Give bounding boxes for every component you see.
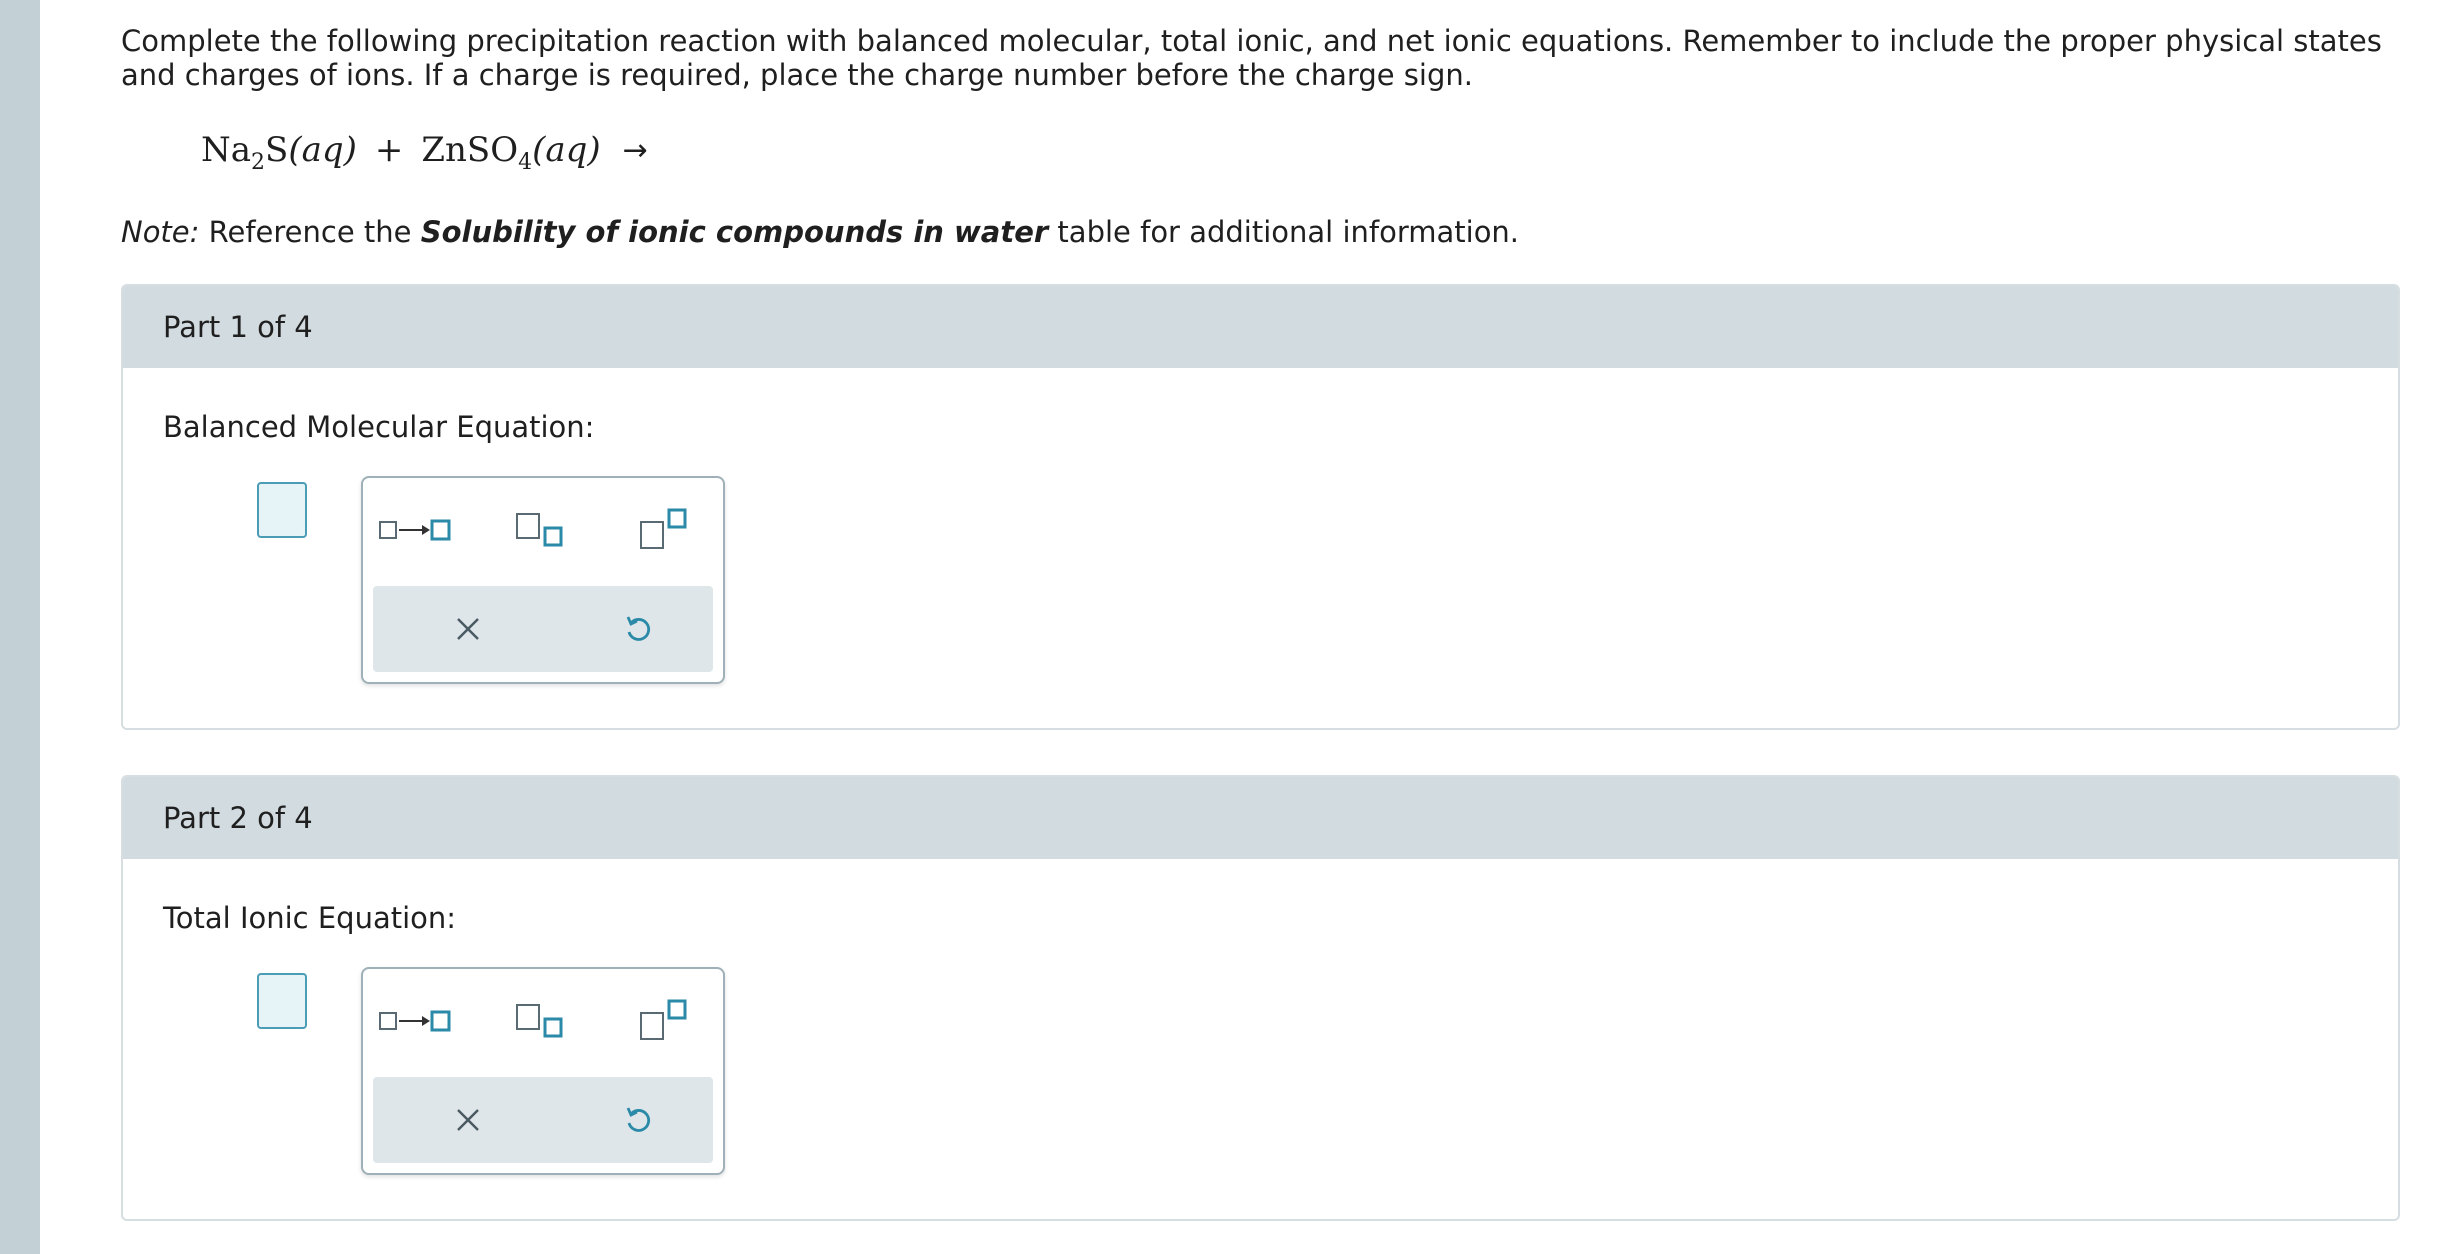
part-prompt-label: Balanced Molecular Equation: bbox=[163, 410, 595, 444]
reactant-2: ZnSO4(aq) bbox=[421, 130, 601, 175]
part-body: Total Ionic Equation: bbox=[123, 859, 2398, 1219]
subscript-icon bbox=[516, 1004, 563, 1038]
question-instructions: Complete the following precipitation rea… bbox=[121, 24, 2382, 92]
part-1-panel: Part 1 of 4 Balanced Molecular Equation: bbox=[121, 284, 2400, 730]
undo-icon bbox=[626, 1107, 651, 1132]
clear-icon bbox=[457, 1109, 479, 1131]
left-sidebar-strip bbox=[0, 0, 40, 1254]
part-header: Part 2 of 4 bbox=[123, 777, 2398, 859]
undo-button[interactable] bbox=[598, 604, 678, 654]
reaction-equation: Na2S(aq) + ZnSO4(aq) → bbox=[201, 122, 2411, 178]
subscript-button[interactable] bbox=[501, 997, 581, 1045]
equation-palette bbox=[361, 967, 725, 1175]
part-prompt-label: Total Ionic Equation: bbox=[163, 901, 457, 935]
undo-button[interactable] bbox=[598, 1095, 678, 1145]
palette-actions-bar bbox=[373, 586, 713, 672]
clear-button[interactable] bbox=[428, 604, 508, 654]
solubility-table-reference[interactable]: Solubility of ionic compounds in water bbox=[421, 215, 1049, 249]
superscript-button[interactable] bbox=[625, 506, 705, 554]
part-header: Part 1 of 4 bbox=[123, 286, 2398, 368]
clear-button[interactable] bbox=[428, 1095, 508, 1145]
palette-actions-bar bbox=[373, 1077, 713, 1163]
reaction-arrow-button[interactable] bbox=[375, 506, 455, 554]
reactant-1: Na2S(aq) bbox=[201, 130, 357, 175]
equation-palette bbox=[361, 476, 725, 684]
superscript-icon bbox=[640, 999, 687, 1040]
reaction-arrow-button[interactable] bbox=[375, 997, 455, 1045]
part-2-panel: Part 2 of 4 Total Ionic Equation: bbox=[121, 775, 2400, 1221]
reaction-arrow-icon bbox=[379, 1010, 451, 1032]
reaction-arrow-icon bbox=[379, 519, 451, 541]
subscript-icon bbox=[516, 513, 563, 547]
undo-icon bbox=[626, 616, 651, 641]
subscript-button[interactable] bbox=[501, 506, 581, 554]
note-text: Note: Reference the Solubility of ionic … bbox=[121, 215, 1520, 249]
superscript-icon bbox=[640, 508, 687, 549]
clear-icon bbox=[457, 618, 479, 640]
superscript-button[interactable] bbox=[625, 997, 705, 1045]
reaction-arrow: → bbox=[622, 132, 648, 168]
answer-input-box[interactable] bbox=[257, 973, 307, 1029]
part-body: Balanced Molecular Equation: bbox=[123, 368, 2398, 728]
answer-input-box[interactable] bbox=[257, 482, 307, 538]
plus-sign: + bbox=[374, 130, 404, 170]
question-content: Complete the following precipitation rea… bbox=[121, 24, 2411, 250]
